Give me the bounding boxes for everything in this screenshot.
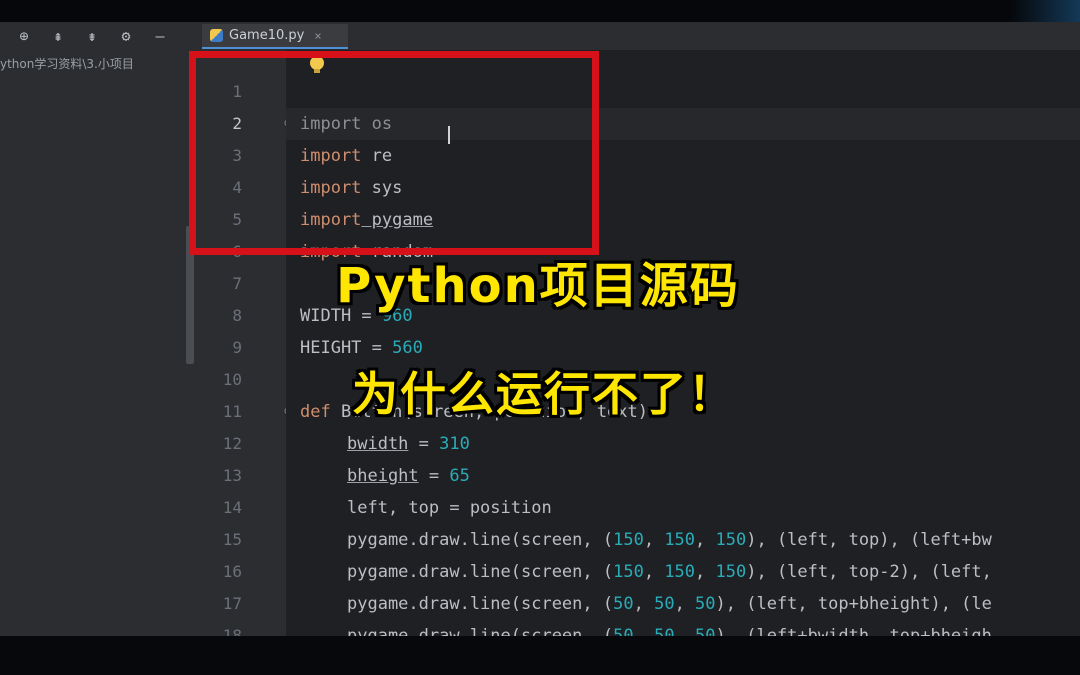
code-line-12: bwidth = 310 (347, 428, 470, 460)
number-literal: 50 (654, 594, 675, 614)
number-literal: 65 (449, 466, 470, 486)
number-literal: 50 (613, 626, 634, 636)
call: pygame.draw.line(screen, ( (347, 626, 614, 636)
number-literal: 50 (695, 626, 716, 636)
corner-glow (1010, 0, 1080, 22)
target-icon[interactable]: ⊕ (14, 27, 34, 45)
call-args: ), (left, top), (left+bw (746, 530, 992, 550)
number-literal: 150 (664, 562, 696, 582)
call: pygame.draw.line(screen, ( (347, 530, 614, 550)
separator: , (643, 530, 665, 550)
number-literal: 150 (613, 562, 644, 582)
collapse-all-icon[interactable]: ⇞ (48, 27, 68, 45)
identifier: bwidth (347, 434, 409, 454)
code-line-13: bheight = 65 (347, 460, 470, 492)
code-line-17: pygame.draw.line(screen, (50, 50, 50), (… (347, 588, 992, 620)
tab-game10[interactable]: Game10.py × (202, 24, 348, 49)
call: pygame.draw.line(screen, ( (347, 594, 614, 614)
call: pygame.draw.line(screen, ( (347, 562, 614, 582)
number-literal: 560 (392, 338, 423, 358)
project-sidebar: ython学习资料\3.小项目 (0, 50, 196, 636)
identifier: bheight (347, 466, 419, 486)
number-literal: 150 (715, 562, 747, 582)
separator: , (674, 626, 696, 636)
project-toolbar: ⊕ ⇞ ⇟ ⚙ — (0, 22, 196, 50)
video-top-strip (0, 0, 1080, 22)
number-literal: 310 (439, 434, 470, 454)
line-number: 12 (222, 434, 242, 453)
call-args: ), (left, top-2), (left, (746, 562, 992, 582)
expand-all-icon[interactable]: ⇟ (82, 27, 102, 45)
number-literal: 150 (664, 530, 696, 550)
line-number: 15 (222, 530, 242, 549)
separator: , (674, 594, 696, 614)
number-literal: 50 (695, 594, 716, 614)
number-literal: 150 (715, 530, 747, 550)
video-bottom-strip (0, 636, 1080, 675)
call-args: ), (left, top+bheight), (le (715, 594, 992, 614)
highlight-box (189, 51, 599, 255)
identifier: HEIGHT = (300, 338, 393, 358)
editor-tabbar: Game10.py × (196, 22, 1080, 51)
separator: , (633, 626, 655, 636)
operator: = (418, 466, 450, 486)
line-number: 16 (222, 562, 242, 581)
code-line-15: pygame.draw.line(screen, (150, 150, 150)… (347, 524, 992, 556)
code-line-16: pygame.draw.line(screen, (150, 150, 150)… (347, 556, 992, 588)
code-line-14: left, top = position (347, 498, 552, 518)
overlay-caption-line1: Python项目源码 (336, 258, 740, 314)
separator: , (643, 562, 665, 582)
code-line-18: pygame.draw.line(screen, (50, 50, 50), (… (347, 620, 992, 636)
python-file-icon (210, 29, 223, 42)
project-path[interactable]: ython学习资料\3.小项目 (0, 54, 196, 74)
separator: , (695, 530, 716, 550)
line-number: 13 (222, 466, 242, 485)
minimize-icon[interactable]: — (150, 27, 170, 45)
line-number: 18 (222, 626, 242, 636)
number-literal: 50 (654, 626, 675, 636)
gear-icon[interactable]: ⚙ (116, 27, 136, 45)
tab-label: Game10.py (229, 28, 305, 43)
separator: , (633, 594, 655, 614)
operator: = (408, 434, 440, 454)
close-icon[interactable]: × (314, 29, 321, 43)
separator: , (695, 562, 716, 582)
overlay-caption-line2: 为什么运行不了！ (352, 367, 736, 421)
number-literal: 50 (613, 594, 634, 614)
line-number: 17 (222, 594, 242, 613)
line-number: 14 (222, 498, 242, 517)
call-args: ), (left+bwidth, top+bheigh (715, 626, 992, 636)
number-literal: 150 (613, 530, 644, 550)
